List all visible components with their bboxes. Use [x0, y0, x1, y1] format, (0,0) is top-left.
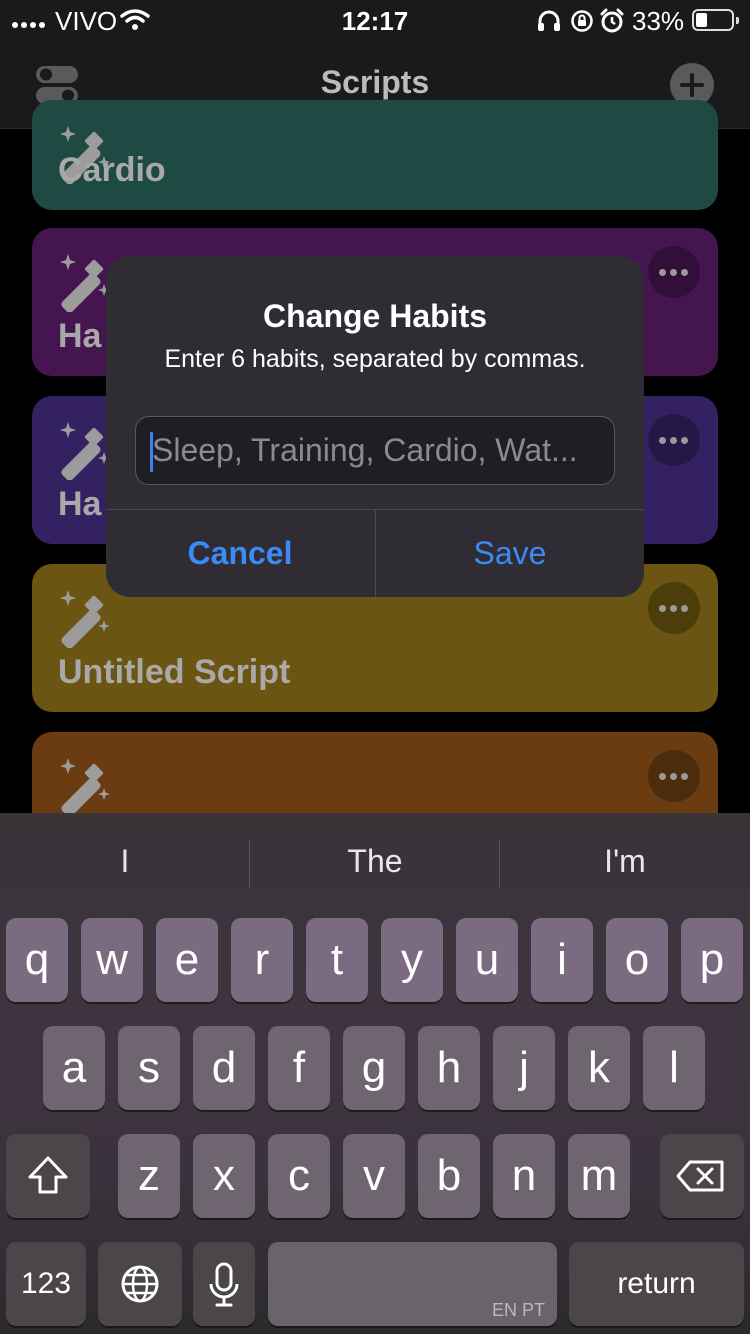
battery-icon: [692, 9, 739, 31]
script-card-label: Untitled Script: [58, 653, 291, 691]
change-habits-dialog: Change Habits Enter 6 habits, separated …: [106, 256, 644, 597]
script-card-label: Ha: [58, 485, 102, 523]
suggestion-3[interactable]: I'm: [500, 843, 750, 880]
headphones-icon: [538, 10, 560, 31]
key-q[interactable]: q: [6, 918, 68, 1002]
status-bar: VIVO 12:17 33%: [0, 0, 750, 40]
language-hint: EN PT: [491, 1300, 545, 1320]
keyboard: I The I'm qwertyuiop asdfghjkl zxcvbnm 123: [0, 813, 750, 1334]
key-u[interactable]: u: [456, 918, 518, 1002]
key-g[interactable]: g: [343, 1026, 405, 1110]
more-options-button[interactable]: [648, 750, 700, 802]
habits-input[interactable]: [152, 417, 592, 484]
page-title: Scripts: [320, 64, 430, 100]
key-a[interactable]: a: [43, 1026, 105, 1110]
globe-key[interactable]: [98, 1242, 182, 1326]
key-j[interactable]: j: [493, 1026, 555, 1110]
key-y[interactable]: y: [381, 918, 443, 1002]
return-key[interactable]: return: [569, 1242, 744, 1326]
key-m[interactable]: m: [568, 1134, 630, 1218]
suggestion-1[interactable]: I: [0, 843, 250, 880]
cancel-button[interactable]: Cancel: [106, 510, 374, 597]
key-h[interactable]: h: [418, 1026, 480, 1110]
shift-key[interactable]: [6, 1134, 90, 1218]
key-p[interactable]: p: [681, 918, 743, 1002]
backspace-icon: [676, 1160, 724, 1192]
battery-percent: 33%: [632, 6, 685, 36]
more-options-button[interactable]: [648, 414, 700, 466]
key-b[interactable]: b: [418, 1134, 480, 1218]
key-d[interactable]: d: [193, 1026, 255, 1110]
key-r[interactable]: r: [231, 918, 293, 1002]
more-options-button[interactable]: [648, 582, 700, 634]
key-i[interactable]: i: [531, 918, 593, 1002]
dialog-message: Enter 6 habits, separated by commas.: [164, 345, 586, 373]
key-c[interactable]: c: [268, 1134, 330, 1218]
key-t[interactable]: t: [306, 918, 368, 1002]
key-f[interactable]: f: [268, 1026, 330, 1110]
key-n[interactable]: n: [493, 1134, 555, 1218]
key-k[interactable]: k: [568, 1026, 630, 1110]
dialog-title: Change Habits: [262, 298, 488, 334]
script-card-label: Cardio: [58, 151, 166, 189]
shift-icon: [28, 1156, 68, 1194]
globe-icon: [121, 1265, 159, 1303]
key-o[interactable]: o: [606, 918, 668, 1002]
space-key[interactable]: EN PT: [268, 1242, 557, 1326]
dictation-key[interactable]: [193, 1242, 255, 1326]
habits-input-field[interactable]: [135, 416, 615, 485]
key-z[interactable]: z: [118, 1134, 180, 1218]
save-button[interactable]: Save: [376, 510, 644, 597]
key-l[interactable]: l: [643, 1026, 705, 1110]
magic-wand-icon: [60, 758, 110, 816]
text-cursor: [150, 432, 153, 472]
script-card-label: Ha: [58, 317, 102, 355]
script-card[interactable]: Cardio: [32, 100, 718, 210]
key-v[interactable]: v: [343, 1134, 405, 1218]
orientation-lock-icon: [571, 10, 593, 32]
key-w[interactable]: w: [81, 918, 143, 1002]
key-s[interactable]: s: [118, 1026, 180, 1110]
key-x[interactable]: x: [193, 1134, 255, 1218]
backspace-key[interactable]: [660, 1134, 744, 1218]
more-options-button[interactable]: [648, 246, 700, 298]
numbers-key[interactable]: 123: [6, 1242, 86, 1326]
key-e[interactable]: e: [156, 918, 218, 1002]
microphone-icon: [209, 1262, 239, 1307]
alarm-icon: [600, 8, 624, 33]
suggestion-2[interactable]: The: [250, 843, 500, 880]
